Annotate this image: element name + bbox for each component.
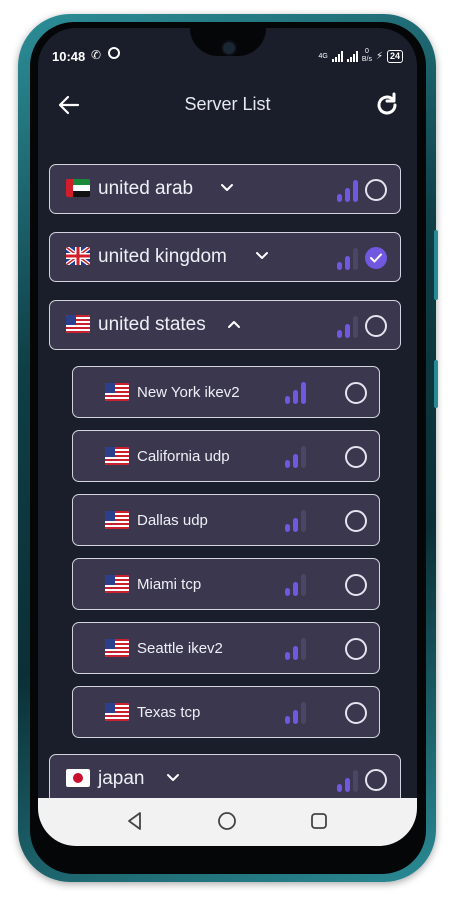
country-radio[interactable] [365, 769, 387, 791]
chevron-down-icon[interactable] [166, 771, 180, 785]
app-header: Server List [38, 86, 417, 126]
us-flag-icon [105, 639, 129, 657]
network-speed-unit: B/s [361, 56, 372, 63]
status-time: 10:48 [52, 49, 86, 64]
server-radio[interactable] [345, 446, 367, 468]
country-label: japan [98, 768, 145, 789]
server-radio[interactable] [345, 574, 367, 596]
call-forward-icon: ✆ [91, 48, 102, 62]
refresh-button[interactable] [373, 91, 401, 119]
country-label: united kingdom [98, 246, 227, 267]
app-screen: 10:48 ✆ 4G 0 B/s ⚡ 24 Server List united… [38, 28, 417, 846]
server-radio[interactable] [345, 382, 367, 404]
battery-icon: 24 [386, 49, 403, 63]
country-radio-selected[interactable] [365, 247, 387, 269]
server-label: New York ikev2 [137, 384, 240, 401]
us-flag-icon [105, 511, 129, 529]
signal-strength-icon [331, 50, 343, 62]
signal-bars-icon [337, 180, 358, 202]
battery-level: 24 [389, 50, 400, 61]
refresh-icon [377, 92, 397, 115]
phone-side-button [434, 360, 438, 408]
signal-bars-icon [337, 316, 358, 338]
us-flag-icon [105, 575, 129, 593]
server-label: Miami tcp [137, 576, 202, 593]
us-flag-icon [105, 703, 129, 721]
country-row-japan[interactable]: japan [49, 754, 401, 804]
nav-back-button[interactable] [124, 810, 146, 832]
server-row-california-udp[interactable]: California udp [72, 430, 380, 482]
us-flag-icon [66, 315, 90, 333]
us-flag-icon [105, 447, 129, 465]
server-radio[interactable] [345, 638, 367, 660]
country-row-united-arab[interactable]: united arab [49, 164, 401, 214]
server-radio[interactable] [345, 510, 367, 532]
signal-bars-icon [285, 382, 306, 404]
page-title: Server List [184, 94, 271, 114]
signal-bars-icon [285, 510, 306, 532]
nav-home-button[interactable] [216, 810, 238, 832]
country-label: united arab [98, 178, 194, 199]
signal-bars-icon [285, 446, 306, 468]
us-flag-icon [105, 383, 129, 401]
country-radio[interactable] [365, 179, 387, 201]
front-camera [221, 40, 237, 56]
signal-bars-icon [337, 248, 358, 270]
network-speed: 0 B/s [362, 48, 372, 64]
server-row-texas-tcp[interactable]: Texas tcp [72, 686, 380, 738]
status-icons: 4G 0 B/s ⚡ 24 [318, 48, 403, 64]
server-label: California udp [137, 448, 230, 465]
server-row-seattle-ikev2[interactable]: Seattle ikev2 [72, 622, 380, 674]
phone-side-button [434, 230, 438, 300]
uae-flag-icon [66, 179, 90, 197]
server-label: Seattle ikev2 [137, 640, 223, 657]
country-row-united-kingdom[interactable]: united kingdom [49, 232, 401, 282]
signal-bars-icon [337, 770, 358, 792]
network-type: 4G [318, 52, 328, 60]
chevron-down-icon[interactable] [220, 181, 234, 195]
signal-bars-icon [285, 702, 306, 724]
signal-bars-icon [285, 638, 306, 660]
server-row-miami-tcp[interactable]: Miami tcp [72, 558, 380, 610]
signal-strength-icon [346, 50, 358, 62]
server-radio[interactable] [345, 702, 367, 724]
server-label: Dallas udp [137, 512, 208, 529]
country-label: united states [98, 314, 206, 335]
server-row-dallas-udp[interactable]: Dallas udp [72, 494, 380, 546]
country-row-united-states[interactable]: united states [49, 300, 401, 350]
signal-bars-icon [285, 574, 306, 596]
nav-recents-button[interactable] [308, 810, 330, 832]
uk-flag-icon [66, 247, 90, 265]
server-label: Texas tcp [137, 704, 201, 721]
chevron-up-icon[interactable] [227, 317, 241, 331]
charging-icon: ⚡ [375, 50, 383, 62]
japan-flag-icon [66, 769, 90, 787]
app-notification-icon [108, 47, 120, 59]
server-row-new-york-ikev2[interactable]: New York ikev2 [72, 366, 380, 418]
chevron-down-icon[interactable] [255, 249, 269, 263]
network-speed-value: 0 [364, 48, 369, 55]
android-nav-bar [38, 798, 417, 846]
check-icon [370, 253, 382, 263]
country-radio[interactable] [365, 315, 387, 337]
